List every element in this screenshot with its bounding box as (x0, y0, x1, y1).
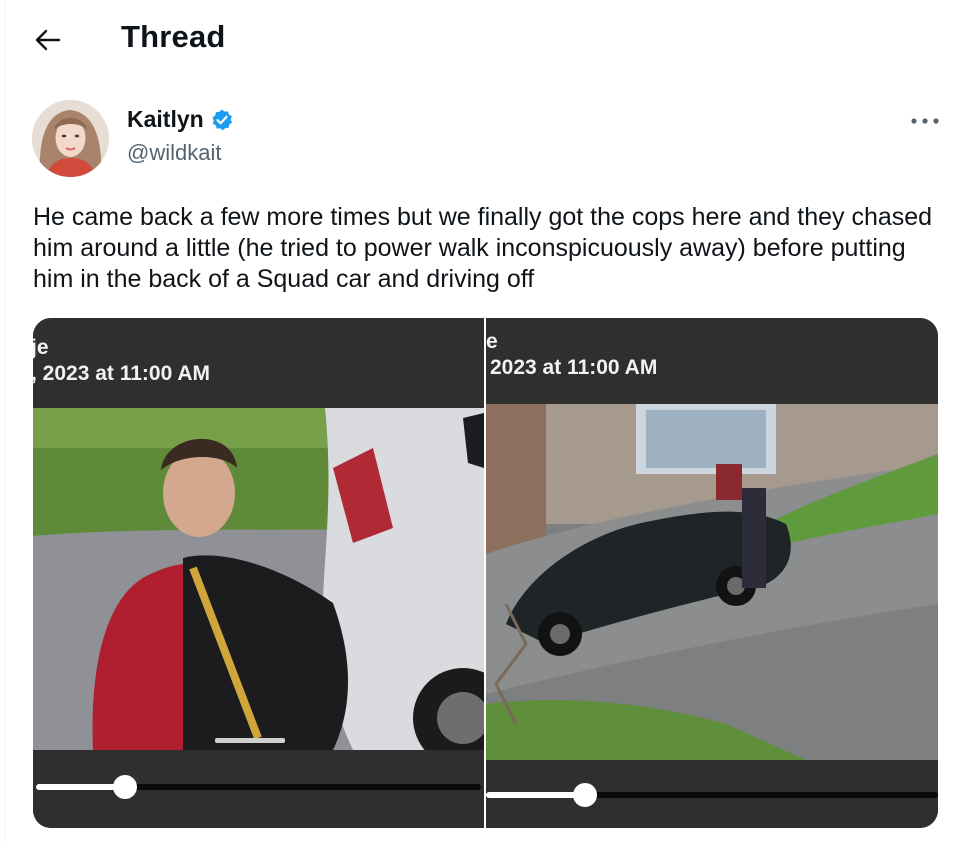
left-video-progress (36, 784, 125, 790)
author-handle[interactable]: @wildkait (127, 140, 221, 166)
left-video-timestamp: , 2023 at 11:00 AM (33, 362, 210, 385)
avatar[interactable] (32, 100, 109, 177)
left-video-title: je (33, 336, 49, 359)
left-video-scrubber-knob[interactable] (113, 775, 137, 799)
right-video-progress (486, 792, 586, 798)
right-video-frame (486, 404, 938, 760)
right-video-timestamp: 2023 at 11:00 AM (490, 356, 658, 379)
right-video-scrubber-knob[interactable] (573, 783, 598, 807)
right-video-title: e (486, 330, 498, 353)
right-video-scrubber[interactable] (486, 783, 938, 807)
media-container: je , 2023 at 11:00 AM e 2023 at 11:00 AM (33, 318, 938, 828)
left-video[interactable]: je , 2023 at 11:00 AM (33, 318, 484, 828)
left-video-frame (33, 408, 484, 750)
right-video[interactable]: e 2023 at 11:00 AM (486, 318, 938, 828)
back-button[interactable] (28, 20, 68, 60)
back-arrow-icon (35, 29, 61, 51)
more-icon (911, 118, 939, 124)
thread-header: Thread (0, 0, 960, 78)
author-name-row[interactable]: Kaitlyn (127, 106, 234, 133)
author-name[interactable]: Kaitlyn (127, 106, 204, 133)
tweet-text: He came back a few more times but we fin… (33, 203, 933, 293)
more-options-button[interactable] (905, 108, 945, 134)
verified-badge-icon (212, 109, 232, 130)
left-border (4, 0, 5, 842)
page-title: Thread (121, 19, 226, 54)
left-video-scrubber[interactable] (36, 775, 481, 799)
